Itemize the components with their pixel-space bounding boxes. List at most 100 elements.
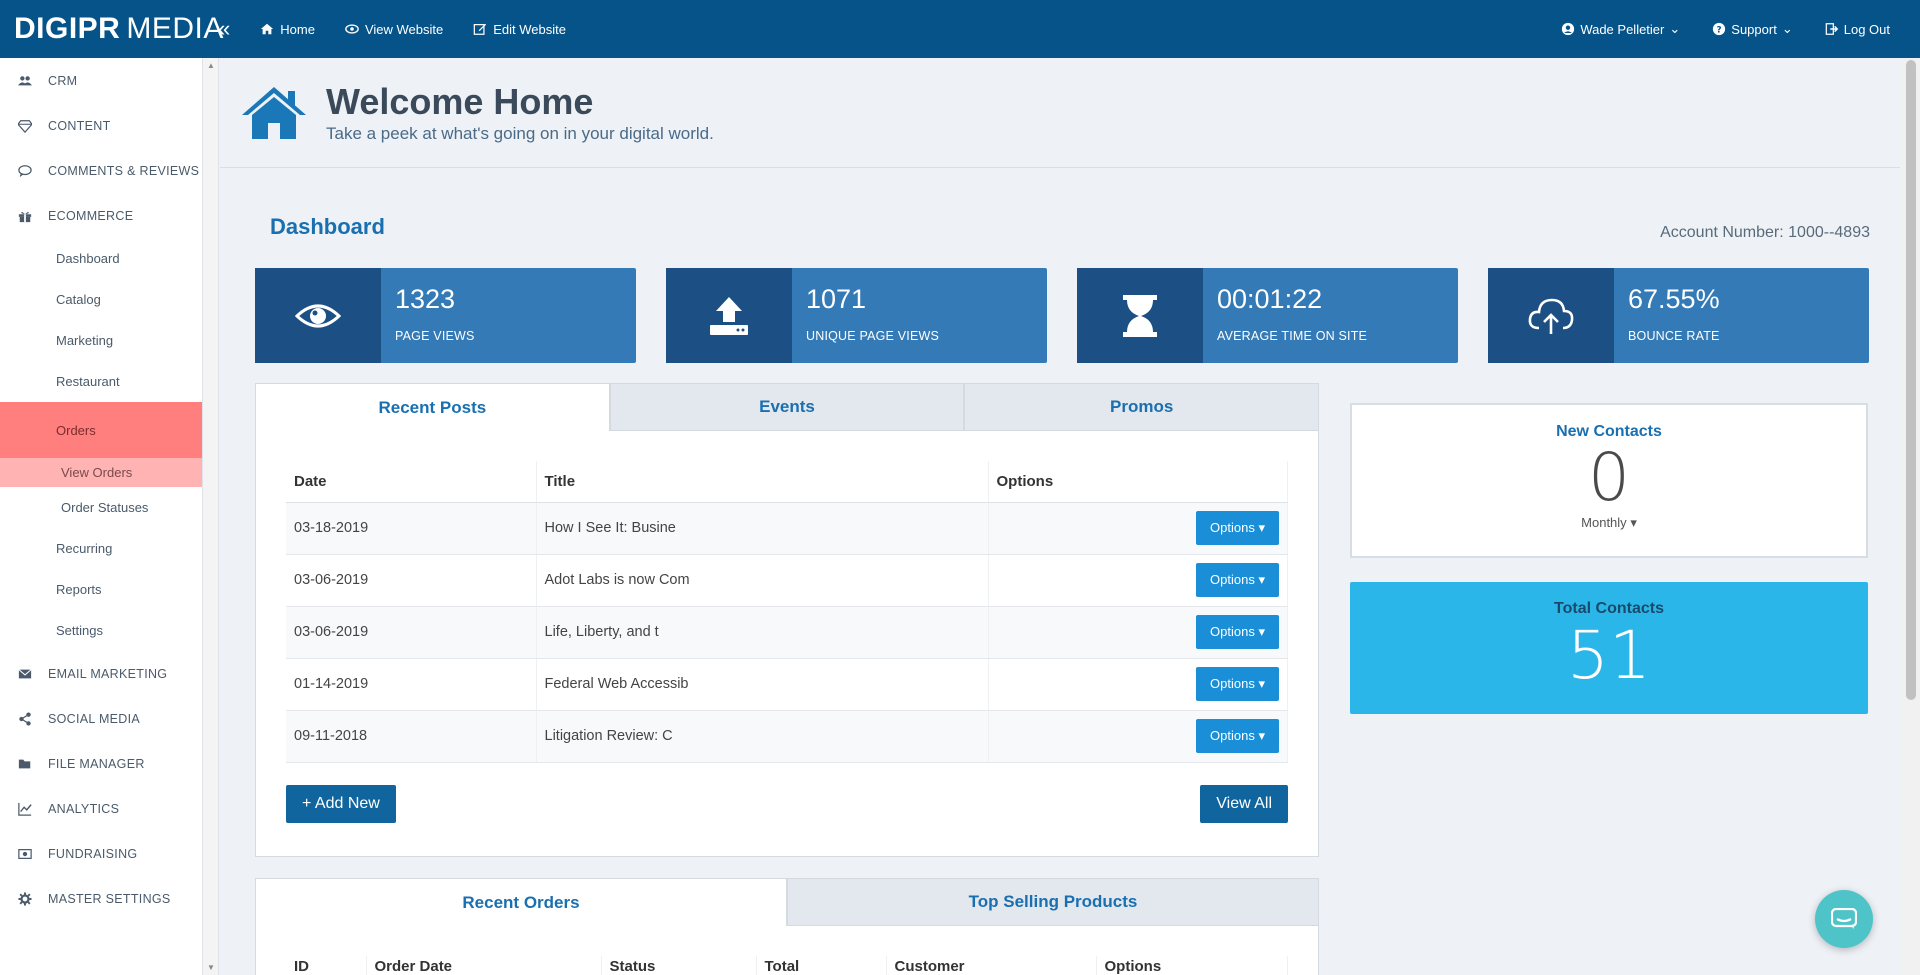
recent-posts-panel: Recent Posts Events Promos Date Title Op… (255, 383, 1320, 857)
sidebar-subsub-view-orders[interactable]: View Orders (0, 458, 202, 487)
new-contacts-value: 0 (1588, 439, 1630, 516)
sidebar-sub-orders[interactable]: Orders (0, 402, 202, 458)
view-all-button[interactable]: View All (1200, 784, 1288, 823)
options-button[interactable]: Options ▾ (1196, 719, 1279, 753)
post-date: 03-06-2019 (286, 554, 537, 607)
top-bar: DIGIPR MEDIA « Home View Website Edit We… (0, 0, 1920, 58)
page-scrollbar[interactable] (1902, 58, 1920, 975)
table-row: 03-18-2019 How I See It: Busine Options … (286, 502, 1288, 555)
chat-bubble-icon (1831, 908, 1857, 929)
user-name: Wade Pelletier (1580, 21, 1665, 37)
caret-down-icon: ▾ (1258, 728, 1265, 743)
support-menu[interactable]: ? Support ⌄ (1712, 21, 1793, 37)
options-button[interactable]: Options ▾ (1196, 563, 1279, 597)
svg-text:?: ? (1717, 26, 1722, 36)
table-row: 03-06-2019 Adot Labs is now Com Options … (286, 554, 1288, 607)
sidebar-label-files: FILE MANAGER (48, 756, 145, 771)
add-new-button[interactable]: + Add New (286, 784, 396, 823)
nav-home-label: Home (280, 21, 315, 37)
sidebar-label-fundraising: FUNDRAISING (48, 846, 138, 861)
sidebar-sub-catalog[interactable]: Catalog (0, 279, 202, 320)
user-menu[interactable]: Wade Pelletier ⌄ (1561, 21, 1680, 37)
sidebar-sub-reports[interactable]: Reports (0, 569, 202, 610)
scroll-down-icon[interactable]: ▼ (207, 963, 215, 972)
logout-link[interactable]: Log Out (1825, 21, 1890, 37)
nav-view-website[interactable]: View Website (345, 22, 443, 37)
sidebar-label-content: CONTENT (48, 118, 111, 133)
options-button[interactable]: Options ▾ (1196, 511, 1279, 545)
new-contacts-card: New Contacts 0 Monthly ▾ (1350, 403, 1868, 558)
tab-promos[interactable]: Promos (964, 383, 1320, 431)
recent-orders-panel: Recent Orders Top Selling Products ID Or… (255, 878, 1319, 975)
sidebar-item-fundraising[interactable]: FUNDRAISING (0, 831, 202, 876)
users-icon (18, 75, 32, 85)
stat-value: 1323 (395, 284, 456, 314)
cloud-upload-icon (1528, 298, 1574, 334)
post-title: Life, Liberty, and t (536, 606, 989, 659)
home-icon (261, 23, 274, 35)
brand-logo[interactable]: DIGIPR MEDIA (0, 0, 223, 58)
scrollbar-thumb[interactable] (1906, 60, 1916, 700)
caret-down-icon: ▾ (1630, 515, 1637, 530)
edit-icon (473, 23, 487, 35)
tab-recent-posts[interactable]: Recent Posts (255, 383, 610, 431)
sidebar-sub-recurring[interactable]: Recurring (0, 528, 202, 569)
line-chart-icon (18, 802, 32, 816)
sidebar-item-file-manager[interactable]: FILE MANAGER (0, 741, 202, 786)
stat-value: 00:01:22 (1217, 284, 1323, 314)
stat-bounce-rate: 67.55% BOUNCE RATE (1488, 268, 1869, 363)
options-button[interactable]: Options ▾ (1196, 615, 1279, 649)
sidebar-subsub-order-statuses[interactable]: Order Statuses (0, 487, 202, 528)
chat-launcher-button[interactable] (1815, 890, 1873, 948)
sidebar-sub-marketing[interactable]: Marketing (0, 320, 202, 361)
caret-down-icon: ▾ (1258, 520, 1265, 535)
collapse-sidebar-icon[interactable]: « (218, 16, 230, 42)
sidebar-sub-settings[interactable]: Settings (0, 610, 202, 651)
house-icon (242, 86, 306, 139)
page-title: Welcome Home (326, 80, 594, 122)
scroll-up-icon[interactable]: ▲ (207, 61, 215, 70)
stat-label: PAGE VIEWS (395, 329, 475, 343)
table-row: 03-06-2019 Life, Liberty, and t Options … (286, 606, 1288, 659)
options-label: Options (1210, 572, 1255, 587)
stat-value: 67.55% (1628, 284, 1720, 314)
caret-down-icon: ▾ (1258, 676, 1265, 691)
tab-top-selling-products[interactable]: Top Selling Products (787, 878, 1319, 926)
sidebar-item-email-marketing[interactable]: EMAIL MARKETING (0, 651, 202, 696)
column-header-options: Options (988, 461, 1288, 503)
sidebar-label-email: EMAIL MARKETING (48, 666, 168, 681)
hourglass-icon (1123, 294, 1157, 337)
caret-down-icon: ▾ (1258, 624, 1265, 639)
stat-label: BOUNCE RATE (1628, 329, 1720, 343)
stat-value: 1071 (806, 284, 867, 314)
stat-unique-page-views: 1071 UNIQUE PAGE VIEWS (666, 268, 1047, 363)
table-row: 09-11-2018 Litigation Review: C Options … (286, 710, 1288, 763)
column-header-title: Title (536, 461, 989, 503)
question-icon: ? (1713, 22, 1726, 36)
comment-icon (18, 164, 32, 177)
nav-view-website-label: View Website (364, 21, 444, 37)
page-subtitle: Take a peek at what's going on in your d… (326, 123, 714, 143)
tab-events[interactable]: Events (609, 383, 965, 431)
sidebar-sub-restaurant[interactable]: Restaurant (0, 361, 202, 402)
sidebar-scrollbar[interactable]: ▲ ▼ (203, 58, 219, 975)
sidebar-item-master-settings[interactable]: MASTER SETTINGS (0, 876, 202, 921)
period-label: Monthly (1581, 515, 1627, 530)
user-circle-icon (1562, 22, 1575, 36)
post-date: 01-14-2019 (286, 658, 537, 711)
nav-home[interactable]: Home (260, 22, 315, 37)
sidebar-item-ecommerce[interactable]: ECOMMERCE (0, 193, 202, 238)
sidebar-item-content[interactable]: CONTENT (0, 103, 202, 148)
sidebar-item-crm[interactable]: CRM (0, 58, 202, 103)
options-button[interactable]: Options ▾ (1196, 667, 1279, 701)
sidebar-item-analytics[interactable]: ANALYTICS (0, 786, 202, 831)
sidebar-item-social-media[interactable]: SOCIAL MEDIA (0, 696, 202, 741)
caret-down-icon: ▾ (1258, 572, 1265, 587)
sidebar-item-comments[interactable]: COMMENTS & REVIEWS (0, 148, 202, 193)
period-selector[interactable]: Monthly ▾ (1352, 515, 1866, 531)
sidebar-sub-dashboard[interactable]: Dashboard (0, 238, 202, 279)
tab-recent-orders[interactable]: Recent Orders (255, 878, 787, 926)
post-date: 03-18-2019 (286, 502, 537, 555)
stat-average-time: 00:01:22 AVERAGE TIME ON SITE (1077, 268, 1458, 363)
nav-edit-website[interactable]: Edit Website (473, 22, 566, 37)
